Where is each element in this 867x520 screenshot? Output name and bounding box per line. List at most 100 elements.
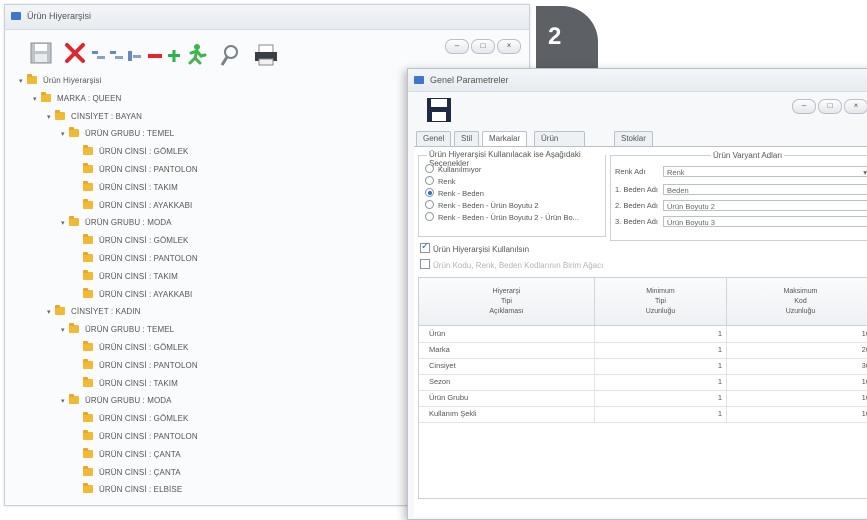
tab-urun-hiyerarsisi[interactable]: Ürün Hiyerarşisi — [534, 131, 586, 157]
search-icon[interactable] — [219, 43, 241, 67]
row-max-cell[interactable]: 10 — [727, 390, 867, 406]
row-max-cell[interactable]: 10 — [727, 326, 867, 342]
save-icon[interactable] — [426, 97, 452, 123]
row-min-cell[interactable]: 1 — [595, 326, 727, 342]
tree-node[interactable]: ÜRÜN CİNSİ : TAKIM — [75, 269, 178, 283]
add-child-icon[interactable] — [127, 49, 143, 63]
tree-node[interactable]: ÜRÜN CİNSİ : GÖMLEK — [75, 144, 188, 158]
expand-arrow-icon[interactable]: ▾ — [47, 306, 55, 320]
checkbox-box[interactable] — [420, 259, 430, 269]
expand-arrow-icon[interactable]: ▾ — [61, 395, 69, 409]
tree-node-label: ÜRÜN CİNSİ : GÖMLEK — [99, 147, 189, 157]
maximize-button[interactable]: □ — [818, 99, 842, 114]
delete-icon[interactable] — [63, 41, 87, 65]
radio-option[interactable]: Renk - Beden - Ürün Boyutu 2 - Ürün Bo..… — [425, 212, 579, 223]
row-min-cell[interactable]: 1 — [595, 406, 727, 422]
row-min-cell[interactable]: 1 — [595, 358, 727, 374]
tree-node[interactable]: ÜRÜN CİNSİ : PANTOLON — [75, 162, 198, 176]
minimize-button[interactable]: – — [792, 99, 816, 114]
tree-node[interactable]: ▾ ÜRÜN GRUBU : TEMEL — [61, 126, 174, 140]
table-row[interactable]: Cinsiyet130 — [419, 358, 867, 375]
row-max-cell[interactable]: 30 — [727, 358, 867, 374]
row-min-cell[interactable]: 1 — [595, 374, 727, 390]
row-max-cell[interactable]: 10 — [727, 406, 867, 422]
tab-stoklar[interactable]: Stoklar — [614, 131, 653, 146]
row-name-cell[interactable]: Marka — [419, 342, 595, 358]
tab-markalar[interactable]: Markalar — [482, 131, 528, 147]
expand-arrow-icon[interactable]: ▾ — [61, 324, 69, 338]
tree-node[interactable]: ▾ ÜRÜN GRUBU : TEMEL — [61, 322, 174, 336]
maximize-button[interactable]: □ — [471, 39, 495, 54]
radio-option[interactable]: Renk — [425, 176, 456, 187]
close-button[interactable]: × — [844, 99, 867, 114]
tree-node[interactable]: ÜRÜN CİNSİ : GÖMLEK — [75, 233, 188, 247]
radio-option[interactable]: Kullanılmıyor — [425, 164, 481, 175]
table-row[interactable]: Sezon110 — [419, 374, 867, 391]
move-right-icon[interactable] — [109, 49, 125, 63]
checkbox-box[interactable] — [420, 241, 430, 253]
radio-option[interactable]: Renk - Beden - Ürün Boyutu 2 — [425, 200, 538, 211]
beden-1-field[interactable]: Beden — [663, 184, 867, 195]
tree-node[interactable]: ÜRÜN CİNSİ : ÇANTA — [75, 465, 181, 479]
radio-indicator[interactable] — [425, 164, 434, 173]
tree-node[interactable]: ÜRÜN CİNSİ : PANTOLON — [75, 429, 198, 443]
row-name-cell[interactable]: Kullanım Şekli — [419, 406, 595, 422]
tree-node[interactable]: ÜRÜN CİNSİ : ELBİSE — [75, 482, 182, 496]
radio-label: Renk - Beden - Ürün Boyutu 2 - Ürün Bo..… — [438, 213, 579, 222]
table-row[interactable]: Ürün Grubu110 — [419, 390, 867, 407]
radio-indicator[interactable] — [425, 200, 434, 209]
add-icon[interactable] — [167, 49, 181, 63]
tree-node[interactable]: ▾ ÜRÜN GRUBU : MODA — [61, 215, 172, 229]
tree-node[interactable]: ÜRÜN CİNSİ : AYAKKABI — [75, 287, 192, 301]
print-icon[interactable] — [253, 43, 279, 67]
save-icon[interactable] — [29, 41, 53, 65]
tree-node-label: ÜRÜN CİNSİ : GÖMLEK — [99, 236, 189, 246]
expand-arrow-icon[interactable]: ▾ — [19, 75, 27, 89]
row-max-cell[interactable]: 10 — [727, 374, 867, 390]
row-name-cell[interactable]: Sezon — [419, 374, 595, 390]
beden-2-field[interactable]: Ürün Boyutu 2 — [663, 200, 867, 211]
remove-icon[interactable] — [147, 49, 163, 63]
tree-node[interactable]: ÜRÜN CİNSİ : ÇANTA — [75, 447, 181, 461]
row-name-cell[interactable]: Ürün Grubu — [419, 390, 595, 406]
radio-indicator[interactable] — [425, 212, 434, 221]
table-row[interactable]: Ürün110 — [419, 326, 867, 343]
tree-node[interactable]: ▾ CİNSİYET : BAYAN — [47, 109, 142, 123]
row-min-cell[interactable]: 1 — [595, 342, 727, 358]
tree-node[interactable]: ÜRÜN CİNSİ : TAKIM — [75, 180, 178, 194]
tree-node[interactable]: ▾ ÜRÜN GRUBU : MODA — [61, 393, 172, 407]
expand-arrow-icon[interactable]: ▾ — [61, 128, 69, 142]
table-row[interactable]: Kullanım Şekli110 — [419, 406, 867, 423]
code-tree-checkbox[interactable]: Ürün Kodu, Renk, Beden Kodlarının Birim … — [420, 259, 603, 271]
expand-arrow-icon[interactable]: ▾ — [47, 111, 55, 125]
row-max-cell[interactable]: 20 — [727, 342, 867, 358]
tree-node[interactable]: ÜRÜN CİNSİ : TAKIM — [75, 376, 178, 390]
row-name-cell[interactable]: Cinsiyet — [419, 358, 595, 374]
radio-indicator[interactable] — [425, 176, 434, 185]
use-hierarchy-checkbox[interactable]: Ürün Hiyerarşisi Kullanılsın — [420, 241, 529, 255]
row-min-cell[interactable]: 1 — [595, 390, 727, 406]
tree-node[interactable]: ÜRÜN CİNSİ : GÖMLEK — [75, 340, 188, 354]
renk-adi-select[interactable]: Renk ▾ — [663, 166, 867, 177]
minimize-button[interactable]: – — [445, 39, 469, 54]
run-icon[interactable] — [185, 43, 207, 65]
parameters-titlebar: Genel Parametreler — [408, 69, 867, 92]
tab-genel[interactable]: Genel — [416, 131, 452, 146]
tree-node[interactable]: ÜRÜN CİNSİ : PANTOLON — [75, 251, 198, 265]
radio-option[interactable]: Renk - Beden — [425, 188, 484, 199]
tree-node[interactable]: ÜRÜN CİNSİ : AYAKKABI — [75, 198, 192, 212]
close-button[interactable]: × — [497, 39, 521, 54]
move-left-icon[interactable] — [91, 49, 107, 63]
tree-node[interactable]: ÜRÜN CİNSİ : GÖMLEK — [75, 411, 188, 425]
radio-indicator[interactable] — [425, 188, 434, 197]
table-row[interactable]: Marka120 — [419, 342, 867, 359]
tree-node[interactable]: ▾ CİNSİYET : KADIN — [47, 304, 140, 318]
tree-node[interactable]: ÜRÜN CİNSİ : PANTOLON — [75, 358, 198, 372]
tab-stil[interactable]: Stil — [454, 131, 480, 146]
expand-arrow-icon[interactable]: ▾ — [61, 217, 69, 231]
row-name-cell[interactable]: Ürün — [419, 326, 595, 342]
tree-node[interactable]: ▾ Ürün Hiyerarşisi — [19, 73, 102, 87]
beden-3-field[interactable]: Ürün Boyutu 3 — [663, 216, 867, 227]
tree-node[interactable]: ▾ MARKA : QUEEN — [33, 91, 121, 105]
expand-arrow-icon[interactable]: ▾ — [33, 93, 41, 107]
